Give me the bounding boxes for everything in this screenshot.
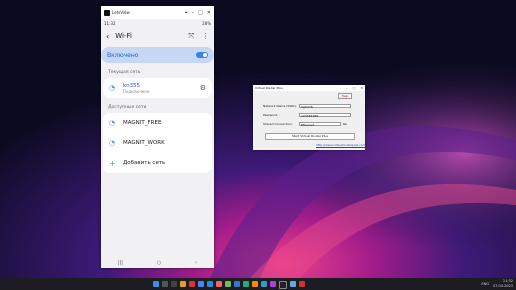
word-icon[interactable] bbox=[234, 281, 240, 287]
password-input[interactable]: 123456789 bbox=[299, 112, 351, 118]
language-indicator[interactable]: ENG bbox=[481, 282, 489, 286]
system-tray: ENG 11:32 07.04.2023 bbox=[481, 279, 513, 288]
start-icon[interactable] bbox=[153, 281, 159, 287]
minimize-icon[interactable]: – bbox=[346, 86, 348, 90]
taskbar-apps bbox=[153, 281, 308, 289]
app-icon[interactable] bbox=[299, 281, 305, 287]
maximize-icon[interactable]: □ bbox=[353, 86, 356, 90]
status-time: 11:32 bbox=[104, 20, 116, 26]
letsview-app-icon bbox=[104, 9, 110, 16]
back-icon[interactable]: ‹ bbox=[195, 260, 197, 266]
viber-icon[interactable] bbox=[270, 281, 276, 287]
wifi-switch[interactable] bbox=[196, 52, 208, 58]
ssid-label: Network Name (SSID): bbox=[263, 103, 297, 108]
plus-icon: + bbox=[109, 158, 116, 168]
wifi-icon: ◔ bbox=[109, 84, 116, 92]
pin-icon[interactable]: ⌖ bbox=[185, 10, 188, 16]
refresh-button[interactable]: Re bbox=[343, 122, 347, 126]
minimize-icon[interactable]: – bbox=[192, 10, 195, 16]
app-icon[interactable] bbox=[252, 281, 258, 287]
current-network-item[interactable]: ◔ kn355 Подключено ⚙ bbox=[103, 78, 212, 98]
battery-level: 28% bbox=[202, 20, 211, 26]
add-network-item[interactable]: + Добавить сеть bbox=[103, 153, 212, 173]
wifi-toggle-label: Включено bbox=[107, 51, 139, 59]
start-button[interactable]: Start Virtual Router Plus bbox=[265, 133, 355, 140]
clock-date: 07.04.2023 bbox=[492, 283, 513, 288]
app-icon[interactable] bbox=[216, 281, 222, 287]
wifi-header: ‹ Wi-Fi ⤧ ⋮ bbox=[101, 27, 214, 45]
task-view-icon[interactable] bbox=[171, 281, 177, 287]
letsview-icon[interactable] bbox=[279, 281, 287, 289]
close-icon[interactable]: ✕ bbox=[360, 86, 363, 90]
chrome-icon[interactable] bbox=[198, 281, 204, 287]
help-button[interactable]: Help bbox=[338, 93, 352, 99]
virtual-router-window: Virtual Router Plus – □ ✕ Help Network N… bbox=[253, 85, 366, 150]
virtual-router-icon[interactable] bbox=[290, 281, 296, 287]
current-network-header: Текущая сеть bbox=[108, 70, 141, 75]
close-icon[interactable]: ✕ bbox=[207, 10, 211, 16]
vr-titlebar: Virtual Router Plus – □ ✕ bbox=[253, 85, 365, 91]
network-status: Подключено bbox=[123, 88, 150, 94]
android-status-bar: 11:32 28% bbox=[101, 19, 214, 27]
window-title: LetsView bbox=[112, 10, 130, 15]
wifi-icon: ◔ bbox=[109, 139, 116, 147]
recents-icon[interactable]: ||| bbox=[118, 260, 123, 266]
page-title: Wi-Fi bbox=[115, 32, 132, 40]
back-arrow-icon[interactable]: ‹ bbox=[106, 32, 109, 41]
opera-icon[interactable] bbox=[189, 281, 195, 287]
network-item-magnit-work[interactable]: ◔ MAGNIT_WORK bbox=[103, 133, 212, 153]
wifi-icon: ◔ bbox=[109, 119, 116, 127]
shared-connection-select[interactable]: Ethernet bbox=[299, 121, 341, 127]
file-explorer-icon[interactable] bbox=[180, 281, 186, 287]
shared-connection-label: Shared Connection: bbox=[263, 121, 293, 126]
android-nav-bar: ||| ○ ‹ bbox=[101, 258, 214, 268]
app-icon[interactable] bbox=[225, 281, 231, 287]
qr-scan-icon[interactable]: ⤧ bbox=[188, 32, 194, 41]
gear-icon[interactable]: ⚙ bbox=[200, 84, 206, 92]
phone-titlebar: LetsView ⌖ – □ ✕ bbox=[101, 6, 214, 19]
letsview-window: LetsView ⌖ – □ ✕ 11:32 28% ‹ Wi-Fi ⤧ ⋮ В… bbox=[101, 6, 214, 268]
more-icon[interactable]: ⋮ bbox=[202, 32, 209, 41]
edge-icon[interactable] bbox=[207, 281, 213, 287]
add-network-label: Добавить сеть bbox=[123, 160, 166, 166]
password-label: Password: bbox=[263, 112, 279, 117]
windows-taskbar: ENG 11:32 07.04.2023 bbox=[0, 278, 516, 290]
vr-title: Virtual Router Plus bbox=[255, 86, 283, 90]
search-icon[interactable] bbox=[162, 281, 168, 287]
telegram-icon[interactable] bbox=[261, 281, 267, 287]
maximize-icon[interactable]: □ bbox=[198, 10, 203, 16]
clock[interactable]: 11:32 07.04.2023 bbox=[493, 279, 513, 288]
excel-icon[interactable] bbox=[243, 281, 249, 287]
network-name: MAGNIT_FREE bbox=[123, 120, 162, 126]
available-networks-header: Доступные сети bbox=[108, 105, 147, 110]
ssid-input[interactable]: hgfrd76 bbox=[299, 103, 351, 109]
network-item-magnit-free[interactable]: ◔ MAGNIT_FREE bbox=[103, 113, 212, 133]
website-link[interactable]: http://www.virtualrouterplus.com bbox=[316, 143, 366, 147]
wifi-toggle-row[interactable]: Включено bbox=[101, 47, 214, 63]
home-icon[interactable]: ○ bbox=[157, 260, 161, 266]
network-name: MAGNIT_WORK bbox=[123, 140, 165, 146]
